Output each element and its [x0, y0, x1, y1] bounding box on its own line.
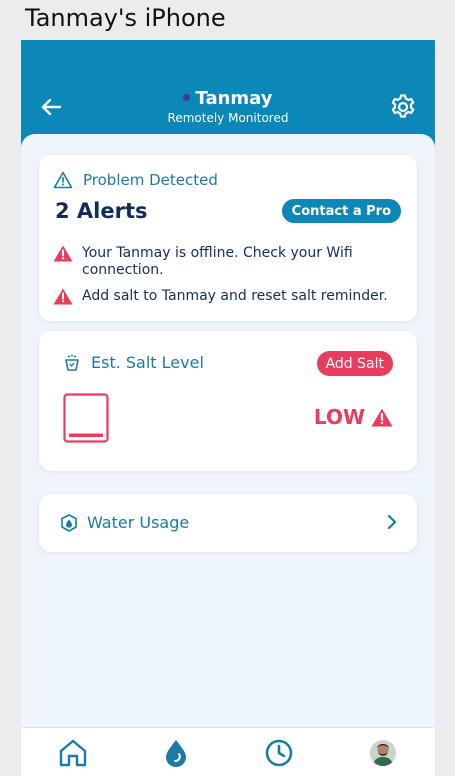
bottom-nav [21, 727, 435, 776]
warning-icon [371, 408, 393, 426]
salt-level-status: LOW [314, 405, 393, 429]
nav-history[interactable] [262, 736, 296, 770]
warning-outline-icon [53, 171, 73, 189]
contact-pro-button[interactable]: Contact a Pro [281, 199, 401, 223]
problem-label: Problem Detected [83, 171, 218, 189]
avatar [370, 740, 396, 766]
alerts-count: 2 Alerts [55, 199, 148, 223]
alert-text: Your Tanmay is offline. Check your Wifi … [82, 245, 353, 278]
nav-water[interactable] [159, 736, 193, 770]
warning-icon [53, 245, 73, 262]
gear-icon [391, 94, 415, 118]
chevron-right-icon [387, 514, 397, 530]
water-usage-label: Water Usage [87, 513, 190, 532]
window-title: Tanmay's iPhone [25, 4, 226, 32]
water-usage-title: Water Usage [61, 513, 189, 532]
alert-text: Add salt to Tanmay and reset salt remind… [82, 288, 388, 304]
device-status-dot [183, 93, 191, 101]
device-name: Tanmay [195, 88, 273, 109]
salt-tank-gauge [63, 393, 109, 443]
alert-item: Add salt to Tanmay and reset salt remind… [53, 288, 398, 305]
nav-home[interactable] [56, 736, 90, 770]
water-drop-icon [166, 740, 186, 767]
phone-screen: Tanmay Remotely Monitored Problem Detect… [21, 40, 435, 776]
content-sheet: Problem Detected 2 Alerts Contact a Pro … [21, 134, 435, 734]
alert-item: Your Tanmay is offline. Check your Wifi … [53, 245, 398, 279]
clock-icon [265, 739, 293, 767]
header-title: Tanmay Remotely Monitored [21, 88, 435, 126]
add-salt-button[interactable]: Add Salt [316, 351, 393, 376]
salt-icon [65, 354, 79, 371]
salt-level-label: LOW [313, 405, 365, 429]
settings-button[interactable] [389, 93, 417, 121]
problem-status: Problem Detected [53, 171, 218, 189]
warning-icon [53, 288, 73, 305]
water-usage-card[interactable]: Water Usage [39, 494, 417, 552]
salt-title: Est. Salt Level [63, 353, 204, 372]
water-shield-icon [61, 513, 77, 532]
home-icon [59, 739, 87, 767]
salt-level-fill [69, 433, 103, 437]
alerts-card: Problem Detected 2 Alerts Contact a Pro … [39, 155, 417, 321]
monitoring-status: Remotely Monitored [167, 111, 289, 125]
salt-level-card: Est. Salt Level Add Salt LOW [39, 331, 417, 471]
nav-profile[interactable] [366, 736, 400, 770]
avatar-image [370, 740, 396, 766]
salt-title-label: Est. Salt Level [91, 353, 204, 372]
